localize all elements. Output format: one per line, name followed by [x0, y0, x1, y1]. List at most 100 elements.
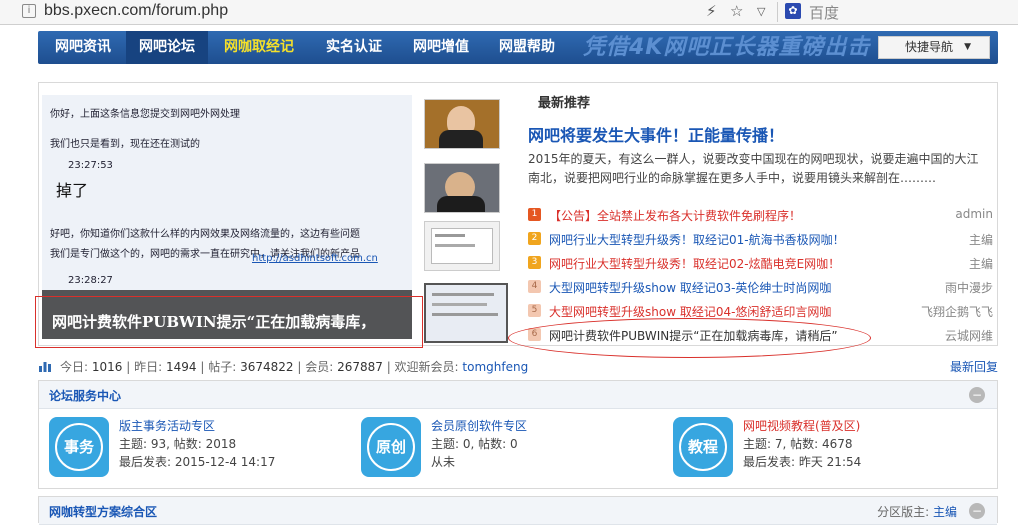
latest-reply-link[interactable]: 最新回复	[950, 358, 998, 375]
forum-badge-icon[interactable]: 原创	[361, 417, 421, 477]
nav-item-help[interactable]: 网盟帮助	[486, 31, 568, 64]
rank-badge: 2	[528, 232, 541, 245]
members-label: 会员:	[305, 360, 334, 374]
forum-badge-text: 事务	[55, 423, 103, 471]
forum-entry: 教程 网吧视频教程(普及区) 主题: 7, 帖数: 4678 最后发表: 昨天 …	[673, 417, 973, 487]
thread-link[interactable]: 网吧行业大型转型升级秀！取经记01-航海书香极网咖！	[549, 231, 845, 248]
highlight-ellipse	[508, 318, 871, 358]
thread-author[interactable]: 主编	[969, 231, 993, 248]
forum-topics: 主题: 0, 帖数: 0	[431, 437, 518, 451]
posts-label: 帖子:	[208, 360, 237, 374]
forum-badge-text: 教程	[679, 423, 727, 471]
new-member-link[interactable]: tomghfeng	[462, 360, 528, 374]
forum-last-post: 从未	[431, 455, 456, 469]
today-count: 1016	[91, 360, 123, 374]
rank-badge: 1	[528, 208, 541, 221]
transform-panel-title[interactable]: 网咖转型方案综合区	[49, 503, 157, 520]
forum-badge-icon[interactable]: 事务	[49, 417, 109, 477]
posts-count: 3674822	[240, 360, 294, 374]
slide-thumb-2[interactable]	[424, 163, 500, 213]
thread-author[interactable]: admin	[955, 207, 993, 221]
chat-line: 我们也只是看到，现在还在测试的	[50, 139, 200, 150]
forum-stats: 今日: 1016 | 昨日: 1494 | 帖子: 3674822 | 会员: …	[38, 357, 998, 375]
quick-nav-label: 快捷导航	[905, 40, 954, 54]
forum-badge-icon[interactable]: 教程	[673, 417, 733, 477]
list-item: 3 网吧行业大型转型升级秀！取经记02-炫酷电竞E网咖！ 主编	[528, 254, 993, 272]
bookmark-star-icon[interactable]: ☆	[730, 2, 743, 20]
moderator-label: 分区版主:	[877, 505, 930, 519]
chat-big-text: 掉了	[56, 181, 89, 200]
transform-panel: 网咖转型方案综合区 分区版主: 主编 −	[38, 496, 998, 525]
service-panel: 论坛服务中心 − 事务 版主事务活动专区 主题: 93, 帖数: 2018 最后…	[38, 380, 998, 489]
chat-line: 23:27:53	[68, 160, 113, 171]
recommend-headline-link[interactable]: 网吧将要发生大事件！正能量传播！	[528, 122, 784, 146]
forum-topics: 主题: 93, 帖数: 2018	[119, 437, 237, 451]
service-panel-title[interactable]: 论坛服务中心	[49, 387, 121, 404]
quick-nav-button[interactable]: 快捷导航 ▼	[878, 36, 990, 59]
rank-badge: 5	[528, 304, 541, 317]
chat-line: 你好，上面这条信息您提交到网吧外网处理	[50, 109, 240, 120]
highlight-box	[35, 296, 423, 348]
yesterday-count: 1494	[165, 360, 197, 374]
list-item: 5 大型网吧转型升级show 取经记04-悠闲舒适印言网咖 飞翔企鹅飞飞	[528, 302, 993, 320]
forum-entry: 事务 版主事务活动专区 主题: 93, 帖数: 2018 最后发表: 2015-…	[49, 417, 349, 487]
collapse-icon[interactable]: −	[969, 503, 985, 519]
search-box[interactable]: ✿ 百度	[785, 2, 1018, 22]
list-item: 2 网吧行业大型转型升级秀！取经记01-航海书香极网咖！ 主编	[528, 230, 993, 248]
caret-down-icon: ▼	[964, 42, 971, 52]
chevron-down-icon[interactable]: ▽	[757, 5, 765, 18]
service-panel-header: 论坛服务中心 −	[39, 381, 997, 409]
list-item: 1 【公告】全站禁止发布各大计费软件免刷程序！ admin	[528, 206, 993, 224]
lightning-icon[interactable]: ⚡	[706, 2, 717, 20]
thread-author[interactable]: 主编	[969, 255, 993, 272]
forum-badge-text: 原创	[367, 423, 415, 471]
search-engine-label: 百度	[809, 4, 840, 22]
forum-name-link[interactable]: 会员原创软件专区	[431, 417, 527, 434]
nav-item-news[interactable]: 网吧资讯	[42, 31, 124, 64]
transform-panel-header: 网咖转型方案综合区 分区版主: 主编 −	[39, 497, 997, 525]
main-nav: 网吧资讯 网吧论坛 网咖取经记 实名认证 网吧增值 网盟帮助 凭借4K网吧正长器…	[38, 31, 998, 64]
slide-thumb-4-active[interactable]	[424, 283, 508, 343]
thread-author[interactable]: 云城网维	[945, 327, 993, 344]
forum-name-link[interactable]: 网吧视频教程(普及区)	[743, 417, 860, 434]
thread-author[interactable]: 飞翔企鹅飞飞	[921, 303, 993, 320]
nav-item-quest[interactable]: 网咖取经记	[210, 31, 308, 64]
forum-last-post: 最后发表: 昨天 21:54	[743, 455, 862, 469]
nav-item-forum[interactable]: 网吧论坛	[126, 31, 208, 64]
moderator-link[interactable]: 主编	[933, 505, 957, 519]
address-bar[interactable]: bbs.pxecn.com/forum.php	[44, 2, 228, 20]
yesterday-label: 昨日:	[134, 360, 163, 374]
collapse-icon[interactable]: −	[969, 387, 985, 403]
slide-thumb-1[interactable]	[424, 99, 500, 149]
forum-entry: 原创 会员原创软件专区 主题: 0, 帖数: 0 从未	[361, 417, 661, 487]
nav-item-realname[interactable]: 实名认证	[312, 31, 396, 64]
rank-badge: 4	[528, 280, 541, 293]
recommend-heading: 最新推荐	[538, 96, 591, 111]
list-item: 4 大型网吧转型升级show 取经记03-英伦绅士时尚网咖 雨中漫步	[528, 278, 993, 296]
chat-link: http://asdhintsoft.com.cn	[252, 253, 378, 264]
recommend-summary: 2015年的夏天，有这么一群人，说要改变中国现在的网吧现状，说要走遍中国的大江南…	[528, 152, 979, 185]
slide-thumb-3[interactable]	[424, 221, 500, 271]
welcome-label: 欢迎新会员:	[394, 360, 459, 374]
stats-text: 今日: 1016 | 昨日: 1494 | 帖子: 3674822 | 会员: …	[60, 360, 529, 374]
chat-line: 23:28:27	[68, 275, 113, 286]
members-count: 267887	[337, 360, 383, 374]
chat-line: 好吧，你知道你们这款什么样的内网效果及网络流量的，这边有些问题	[50, 229, 360, 240]
thread-author[interactable]: 雨中漫步	[945, 279, 993, 296]
baidu-paw-icon: ✿	[785, 3, 801, 19]
moderator-info: 分区版主: 主编	[877, 503, 957, 520]
forum-topics: 主题: 7, 帖数: 4678	[743, 437, 853, 451]
today-label: 今日:	[60, 360, 89, 374]
forum-name-link[interactable]: 版主事务活动专区	[119, 417, 215, 434]
stats-chart-icon	[39, 362, 51, 372]
thread-link[interactable]: 【公告】全站禁止发布各大计费软件免刷程序！	[549, 207, 801, 224]
forum-last-post: 最后发表: 2015-12-4 14:17	[119, 455, 276, 469]
page-info-icon[interactable]: i	[22, 4, 36, 18]
nav-item-valueadded[interactable]: 网吧增值	[400, 31, 482, 64]
thread-link[interactable]: 大型网吧转型升级show 取经记03-英伦绅士时尚网咖	[549, 279, 831, 296]
browser-toolbar: i bbs.pxecn.com/forum.php ⚡ ☆ ▽ ✿ 百度	[0, 0, 1018, 25]
nav-banner[interactable]: 凭借4K网吧正长器重磅出击	[583, 33, 873, 62]
thread-link[interactable]: 网吧行业大型转型升级秀！取经记02-炫酷电竞E网咖！	[549, 255, 840, 272]
rank-badge: 3	[528, 256, 541, 269]
toolbar-divider	[777, 2, 778, 22]
